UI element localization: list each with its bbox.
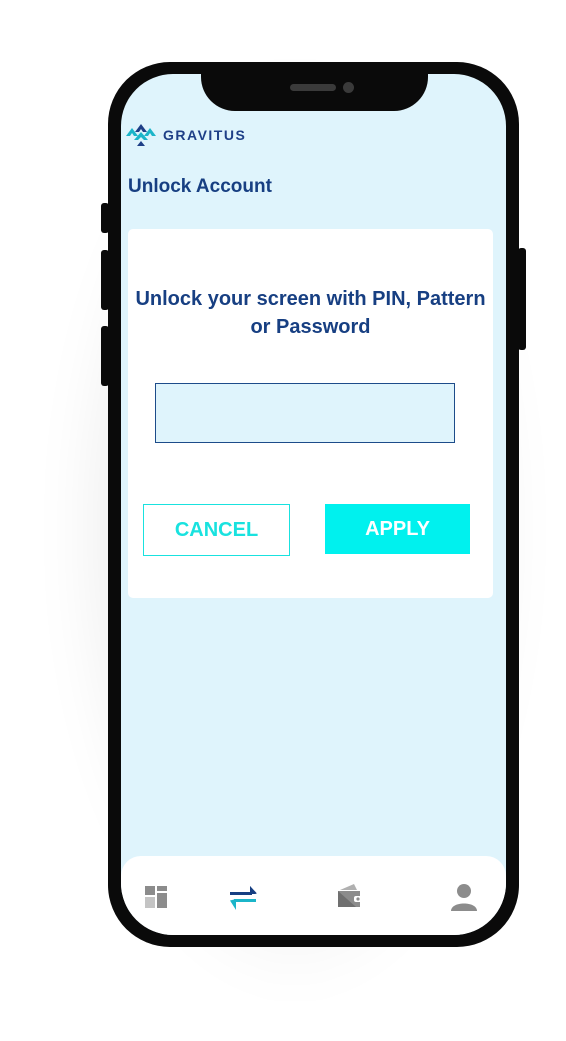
bottom-tab-bar: [121, 856, 506, 935]
app-screen: GRAVITUS Unlock Account Unlock your scre…: [121, 74, 506, 935]
unlock-card: Unlock your screen with PIN, Pattern or …: [128, 229, 493, 598]
cancel-button[interactable]: CANCEL: [143, 504, 290, 556]
page-title: Unlock Account: [128, 176, 272, 197]
transfer-icon: [230, 886, 257, 910]
brand-name: GRAVITUS: [163, 127, 247, 143]
unlock-instruction: Unlock your screen with PIN, Pattern or …: [135, 288, 486, 338]
power-button: [518, 248, 526, 350]
apply-button[interactable]: APPLY: [325, 504, 470, 554]
tab-transfer[interactable]: [228, 880, 258, 914]
brand-logo: GRAVITUS: [125, 122, 246, 148]
wallet-icon: [338, 884, 363, 907]
gravitus-logo-icon: [126, 124, 156, 146]
front-camera: [343, 82, 354, 93]
tab-dashboard[interactable]: [141, 880, 171, 914]
speaker-grille: [290, 84, 336, 91]
pin-input[interactable]: [155, 383, 455, 443]
dashboard-icon: [145, 886, 167, 908]
profile-icon: [451, 884, 477, 911]
tab-wallet[interactable]: [335, 880, 365, 914]
tab-profile[interactable]: [449, 880, 479, 914]
